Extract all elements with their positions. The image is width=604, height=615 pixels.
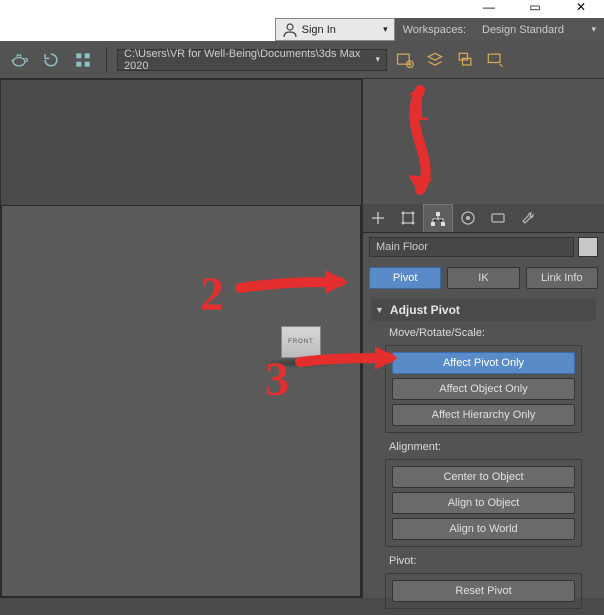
teapot-icon[interactable] [6, 47, 32, 73]
sign-in-label: Sign In [302, 24, 336, 36]
viewcube-shadow [261, 358, 341, 368]
hierarchy-tab-icon[interactable] [423, 204, 453, 232]
viewport-inner [1, 205, 361, 597]
pivot-tab[interactable]: Pivot [369, 267, 441, 289]
workspaces-dropdown[interactable]: Design Standard ▾ [474, 18, 604, 41]
toolbar-divider [106, 47, 107, 73]
motion-tab-icon[interactable] [453, 204, 483, 232]
workspaces-heading: Workspaces: [395, 18, 474, 41]
undo-icon[interactable] [38, 47, 64, 73]
command-panel: Main Floor Pivot IK Link Info ▼ Adjust P… [362, 79, 604, 598]
link-info-tab[interactable]: Link Info [526, 267, 598, 289]
layer-explorer-icon[interactable] [423, 48, 447, 72]
project-path-dropdown[interactable]: C:\Users\VR for Well-Being\Documents\3ds… [117, 49, 387, 71]
viewport[interactable]: FRONT [0, 79, 362, 598]
rollout-title: Adjust Pivot [390, 303, 460, 317]
sign-in-dropdown[interactable]: Sign In ▾ [275, 18, 395, 41]
move-rotate-scale-group: Affect Pivot Only Affect Object Only Aff… [385, 345, 582, 433]
create-tab-icon[interactable] [363, 204, 393, 232]
menubar: Sign In ▾ Workspaces: Design Standard ▾ [0, 18, 604, 41]
align-to-object-button[interactable]: Align to Object [392, 492, 575, 514]
triangle-down-icon: ▼ [375, 305, 384, 315]
center-to-object-button[interactable]: Center to Object [392, 466, 575, 488]
utilities-tab-icon[interactable] [513, 204, 543, 232]
window-maximize-button[interactable]: ▭ [512, 0, 558, 18]
grid-icon[interactable] [70, 47, 96, 73]
affect-hierarchy-only-button[interactable]: Affect Hierarchy Only [392, 404, 575, 426]
chevron-down-icon: ▾ [383, 24, 388, 35]
viewcube-face-label: FRONT [288, 339, 314, 345]
affect-object-only-button[interactable]: Affect Object Only [392, 378, 575, 400]
hierarchy-mode-row: Pivot IK Link Info [363, 261, 604, 295]
workspaces-selected: Design Standard [482, 24, 564, 36]
pivot-section-label: Pivot: [371, 549, 596, 571]
content-area: FRONT Main Floor [0, 79, 604, 598]
alignment-label: Alignment: [371, 435, 596, 457]
adjust-pivot-rollout: ▼ Adjust Pivot Move/Rotate/Scale: Affect… [363, 295, 604, 615]
alignment-group: Center to Object Align to Object Align t… [385, 459, 582, 547]
user-icon [282, 22, 298, 38]
object-name-row: Main Floor [363, 233, 604, 261]
command-panel-tabs [363, 204, 604, 233]
ik-tab[interactable]: IK [447, 267, 519, 289]
affect-pivot-only-button[interactable]: Affect Pivot Only [392, 352, 575, 374]
main-toolbar: C:\Users\VR for Well-Being\Documents\3ds… [0, 41, 604, 79]
window-titlebar: — ▭ ✕ [0, 0, 604, 18]
window-minimize-button[interactable]: — [466, 0, 512, 18]
rollout-header[interactable]: ▼ Adjust Pivot [371, 299, 596, 321]
reset-pivot-button[interactable]: Reset Pivot [392, 580, 575, 602]
object-name-field[interactable]: Main Floor [369, 237, 574, 257]
layers-dropdown-icon[interactable] [483, 48, 507, 72]
viewcube[interactable]: FRONT [281, 326, 321, 358]
chevron-down-icon: ▾ [591, 24, 596, 35]
align-to-world-button[interactable]: Align to World [392, 518, 575, 540]
scene-explorer-icon[interactable] [393, 48, 417, 72]
object-color-swatch[interactable] [578, 237, 598, 257]
window-close-button[interactable]: ✕ [558, 0, 604, 18]
move-rotate-scale-label: Move/Rotate/Scale: [371, 321, 596, 343]
display-tab-icon[interactable] [483, 204, 513, 232]
toggle-layer-icon[interactable] [453, 48, 477, 72]
pivot-group: Reset Pivot [385, 573, 582, 609]
project-path-text: C:\Users\VR for Well-Being\Documents\3ds… [124, 48, 375, 72]
modify-tab-icon[interactable] [393, 204, 423, 232]
chevron-down-icon: ▾ [375, 54, 380, 65]
object-name-text: Main Floor [376, 241, 428, 253]
